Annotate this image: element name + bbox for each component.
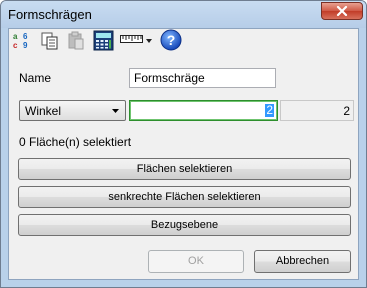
- value-input-selected-text: 2: [265, 103, 274, 117]
- svg-text:a: a: [13, 32, 18, 41]
- readonly-value: 2: [343, 104, 350, 118]
- dialog-client-area: a 6 c 9 ? Name Formschräge Winkel 2 2 0 …: [8, 28, 359, 280]
- close-button[interactable]: [321, 2, 363, 20]
- value-input[interactable]: 2: [129, 100, 278, 121]
- selection-status: 0 Fläche(n) selektiert: [19, 135, 132, 149]
- svg-text:?: ?: [167, 32, 176, 48]
- dialog-window: Formschrägen a 6 c 9 ? Name Formschräge …: [0, 0, 367, 288]
- select-vertical-faces-button[interactable]: senkrechte Flächen selektieren: [18, 186, 351, 208]
- name-label: Name: [19, 71, 52, 85]
- dropdown-arrow-icon: [112, 109, 119, 113]
- paste-icon[interactable]: [66, 31, 86, 51]
- select-faces-button[interactable]: Flächen selektieren: [18, 158, 351, 180]
- cancel-button[interactable]: Abbrechen: [254, 250, 351, 273]
- window-title: Formschrägen: [8, 7, 92, 22]
- mode-select-value: Winkel: [25, 104, 62, 118]
- calculator-icon[interactable]: [93, 30, 114, 51]
- svg-text:6: 6: [23, 32, 28, 41]
- readonly-value-field: 2: [280, 100, 354, 121]
- chevron-down-icon: [146, 39, 152, 43]
- abc-table-icon[interactable]: a 6 c 9: [12, 31, 34, 51]
- ok-button[interactable]: OK: [148, 250, 244, 273]
- reference-plane-button[interactable]: Bezugsebene: [18, 214, 351, 236]
- mode-select[interactable]: Winkel: [19, 100, 126, 121]
- help-icon[interactable]: ?: [160, 29, 182, 51]
- close-icon: [336, 6, 348, 16]
- copy-icon[interactable]: [40, 31, 60, 51]
- svg-text:9: 9: [23, 41, 28, 50]
- svg-text:c: c: [13, 41, 18, 50]
- ruler-icon[interactable]: [120, 34, 154, 48]
- name-input[interactable]: Formschräge: [129, 68, 276, 88]
- title-bar[interactable]: Formschrägen: [1, 1, 366, 28]
